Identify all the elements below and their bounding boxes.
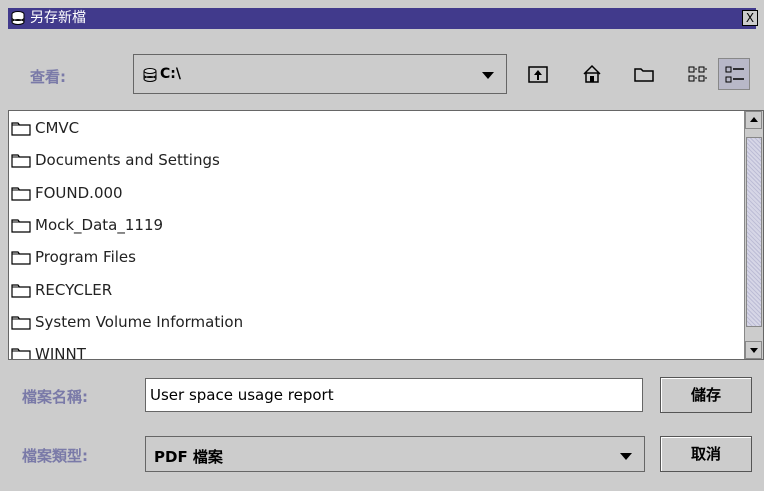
drive-icon (10, 10, 26, 26)
list-view-button[interactable] (682, 58, 714, 90)
scroll-thumb[interactable] (746, 137, 762, 327)
list-view-icon (688, 66, 707, 82)
details-view-icon (725, 66, 744, 83)
folder-icon (11, 251, 31, 265)
file-name: Documents and Settings (35, 151, 220, 170)
file-type-label: 檔案類型: (22, 447, 88, 465)
new-folder-button[interactable] (628, 58, 660, 90)
file-name-input[interactable] (145, 378, 643, 412)
vertical-scrollbar[interactable] (744, 111, 763, 359)
folder-icon (11, 219, 31, 233)
cancel-button[interactable]: 取消 (660, 436, 752, 472)
folder-icon (11, 186, 31, 201)
drive-icon (142, 67, 158, 83)
look-in-combo[interactable]: C:\ (133, 54, 507, 94)
folder-icon (11, 348, 31, 359)
save-button[interactable]: 儲存 (660, 377, 752, 413)
folder-icon (11, 283, 31, 298)
file-name: WINNT (35, 345, 86, 360)
file-name: RECYCLER (35, 280, 113, 299)
details-view-button[interactable] (718, 58, 750, 90)
look-in-value: C:\ (160, 66, 181, 82)
home-button[interactable] (576, 58, 608, 90)
file-name-label: 檔案名稱: (22, 388, 88, 406)
chevron-down-icon[interactable] (482, 72, 494, 79)
new-folder-icon (634, 68, 654, 82)
scroll-down-button[interactable] (745, 341, 762, 359)
file-name: CMVC (35, 119, 80, 137)
file-name: FOUND.000 (35, 183, 123, 202)
title-bar-background (8, 8, 756, 29)
look-in-label: 查看: (30, 68, 66, 86)
file-name: Program Files (35, 248, 136, 267)
up-folder-button[interactable] (522, 58, 554, 90)
home-icon (583, 64, 601, 83)
close-button[interactable]: X (742, 10, 758, 26)
file-type-value: PDF 檔案 (154, 448, 223, 466)
folder-icon (11, 154, 31, 168)
file-name: Mock_Data_1119 (35, 215, 164, 234)
up-folder-icon (528, 66, 548, 83)
file-name: System Volume Information (35, 312, 244, 331)
window-title: 另存新檔 (30, 10, 86, 26)
folder-icon (11, 122, 31, 136)
scroll-up-button[interactable] (745, 111, 762, 129)
folder-icon (11, 316, 31, 330)
file-type-combo[interactable]: PDF 檔案 (145, 436, 645, 472)
file-list[interactable]: CMVC Documents and Settings FOUND.000 Mock_… (8, 110, 764, 360)
chevron-down-icon[interactable] (620, 453, 632, 460)
title-bar[interactable]: 另存新檔 X (0, 0, 764, 36)
